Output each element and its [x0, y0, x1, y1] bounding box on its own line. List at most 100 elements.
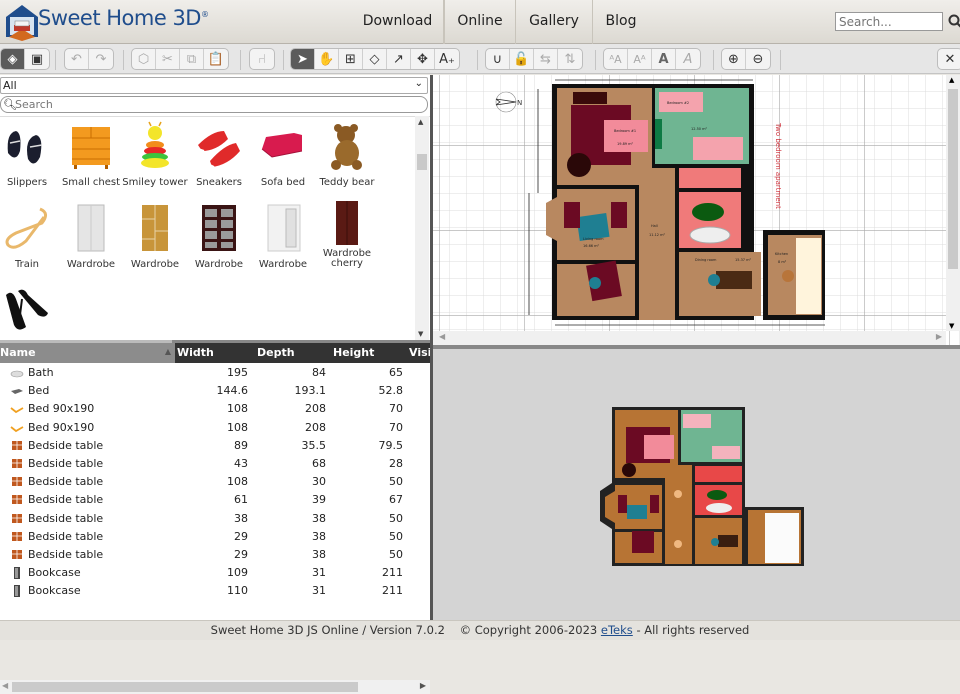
brand-name[interactable]: Sweet Home 3D® [38, 6, 209, 30]
catalog-item[interactable]: Small chest [58, 121, 124, 188]
plan-view-icon[interactable]: ◈ [1, 49, 25, 69]
category-select[interactable]: All ⌄ [0, 77, 428, 94]
room-area: 8 m² [778, 260, 787, 264]
flip-vertical-icon[interactable]: ⇅ [558, 49, 582, 69]
column-header-height[interactable]: Height [331, 343, 408, 363]
site-search-input[interactable] [835, 12, 943, 31]
scrollbar-thumb[interactable] [12, 682, 358, 692]
select-arrow-icon[interactable]: ➤ [291, 49, 315, 69]
room-toilet[interactable] [679, 168, 741, 188]
catalog-item[interactable]: Smiley tower [122, 121, 188, 188]
add-text-icon[interactable]: A₊ [435, 49, 459, 69]
table-row[interactable]: Bookcase 109 31 211 [0, 564, 430, 582]
catalog-item[interactable]: Sofa bed [250, 121, 316, 188]
table-row[interactable]: Bedside table 38 38 50 [0, 510, 430, 528]
scroll-down-icon[interactable]: ▼ [949, 322, 954, 330]
catalog-item[interactable]: Slippers [0, 121, 60, 188]
catalog-item[interactable]: Train [0, 203, 60, 270]
3d-view[interactable] [433, 349, 960, 620]
table-row[interactable]: Bed 90x190 108 208 70 [0, 419, 430, 437]
magnetism-icon[interactable]: ∪ [486, 49, 510, 69]
bold-text-icon[interactable]: A [652, 49, 676, 69]
catalog-item[interactable]: Wardrobe [58, 203, 124, 270]
table-row[interactable]: Bedside table 29 38 50 [0, 528, 430, 546]
catalog-item[interactable]: Wardrobe [250, 203, 316, 270]
flip-horizontal-icon[interactable]: ⇆ [534, 49, 558, 69]
catalog-item[interactable]: Wardrobe [122, 203, 188, 270]
increase-text-size-icon[interactable]: ᴬA [604, 49, 628, 69]
create-polylines-icon[interactable]: ↗ [387, 49, 411, 69]
search-icon[interactable] [948, 12, 960, 30]
scrollbar-thumb[interactable] [417, 154, 427, 170]
room-hall[interactable] [639, 168, 675, 320]
catalog-scrollbar[interactable]: ▲ ▼ [415, 116, 429, 340]
table-horizontal-scrollbar[interactable]: ◀ ▶ [0, 680, 430, 694]
column-header-depth[interactable]: Depth [253, 343, 331, 363]
catalog-search-input[interactable]: 🔍︎ Search [0, 96, 428, 113]
3d-view-icon[interactable]: ▣ [25, 49, 49, 69]
plan-horizontal-scrollbar[interactable]: ◀ ▶ [433, 331, 946, 345]
paste-icon[interactable]: 📋 [204, 49, 228, 69]
nav-online[interactable]: Online [444, 0, 516, 44]
italic-text-icon[interactable]: A [676, 49, 700, 69]
smiley-tower-icon [130, 121, 180, 171]
zoom-out-icon[interactable]: ⊖ [746, 49, 770, 69]
table-row[interactable]: Bedside table 89 35.5 79.5 [0, 437, 430, 455]
sweet-home-3d-logo-icon[interactable] [4, 3, 40, 41]
cell-width: 108 [227, 475, 248, 489]
lock-plan-icon[interactable]: 🔓 [510, 49, 534, 69]
bath-icon [10, 367, 24, 379]
cell-name: Bookcase [28, 566, 81, 580]
etek-link[interactable]: eTeks [601, 623, 633, 637]
table-row[interactable]: Bath 195 84 65 [0, 364, 430, 382]
catalog-item[interactable]: Teddy bear [314, 121, 380, 188]
redo-icon[interactable]: ↷ [89, 49, 113, 69]
scroll-down-icon[interactable]: ▼ [418, 330, 423, 338]
catalog-item[interactable]: Sneakers [186, 121, 252, 188]
add-furniture-icon[interactable]: ⑁ [250, 49, 274, 69]
add-to-group-icon[interactable]: ⬡ [132, 49, 156, 69]
cell-depth: 30 [312, 475, 326, 489]
column-header-visible[interactable]: Visil [408, 343, 430, 363]
create-walls-icon[interactable]: ⊞ [339, 49, 363, 69]
table-row[interactable]: Bed 144.6 193.1 52.8 [0, 382, 430, 400]
cell-width: 43 [234, 457, 248, 470]
scrollbar-thumb[interactable] [948, 89, 958, 269]
table-row[interactable]: Bedside table 108 30 50 [0, 473, 430, 491]
catalog-item[interactable]: Wardrobe cherry [314, 197, 380, 269]
catalog-item[interactable] [0, 285, 60, 341]
sneakers-icon [194, 121, 244, 171]
left-pane: All ⌄ 🔍︎ Search Slippers Small chest Smile… [0, 75, 430, 694]
nav-blog[interactable]: Blog [593, 0, 649, 44]
scroll-left-icon[interactable]: ◀ [2, 681, 8, 690]
nav-download[interactable]: Download [352, 0, 444, 44]
scroll-left-icon[interactable]: ◀ [439, 332, 445, 341]
preferences-tools-icon[interactable]: ✕ [938, 49, 960, 69]
decrease-text-size-icon[interactable]: Aᴬ [628, 49, 652, 69]
create-rooms-icon[interactable]: ◇ [363, 49, 387, 69]
zoom-in-icon[interactable]: ⊕ [722, 49, 746, 69]
nav-label: Download [362, 13, 433, 29]
copy-icon[interactable]: ⧉ [180, 49, 204, 69]
column-header-width[interactable]: Width [175, 343, 253, 363]
column-header-name[interactable]: Name ▲ [0, 343, 175, 363]
scroll-right-icon[interactable]: ▶ [420, 681, 426, 690]
scroll-up-icon[interactable]: ▲ [418, 118, 423, 126]
catalog-item[interactable]: Wardrobe [186, 203, 252, 270]
table-row[interactable]: Bedside table 61 39 67 [0, 491, 430, 509]
create-dimensions-icon[interactable]: ✥ [411, 49, 435, 69]
cut-icon[interactable]: ✂ [156, 49, 180, 69]
cell-name: Bed 90x190 [28, 420, 95, 434]
table-row[interactable]: Bed 90x190 108 208 70 [0, 400, 430, 418]
table-row[interactable]: Bedside table 29 38 50 [0, 546, 430, 564]
table-row[interactable]: Bookcase 110 31 211 [0, 582, 430, 600]
scroll-up-icon[interactable]: ▲ [949, 76, 954, 84]
plan-view[interactable]: N Bedroom #1 19.89 m² Bedroom #2 12.50 m… [433, 75, 960, 345]
cell-name: Bedside table [28, 457, 104, 470]
scroll-right-icon[interactable]: ▶ [936, 332, 942, 341]
table-row[interactable]: Bedside table 43 68 28 [0, 455, 430, 473]
plan-vertical-scrollbar[interactable]: ▲ ▼ [946, 75, 960, 331]
nav-gallery[interactable]: Gallery [516, 0, 593, 44]
pan-hand-icon[interactable]: ✋ [315, 49, 339, 69]
undo-icon[interactable]: ↶ [65, 49, 89, 69]
